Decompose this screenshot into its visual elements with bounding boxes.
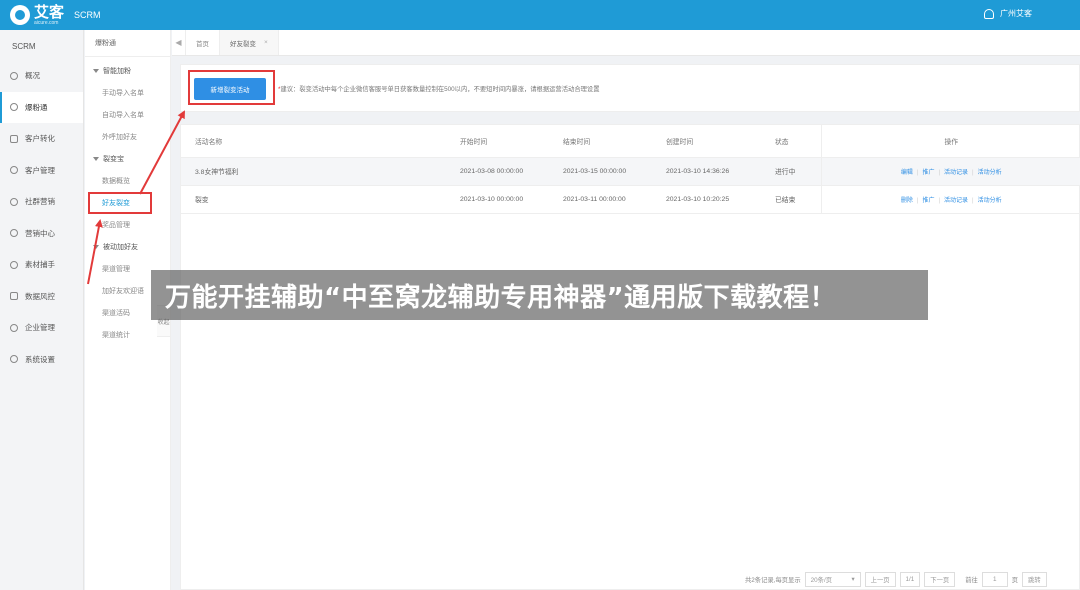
gear-icon bbox=[10, 355, 18, 364]
sidebar-item-overview[interactable]: 概况 bbox=[0, 60, 83, 92]
jump-button[interactable]: 跳转 bbox=[1022, 571, 1047, 587]
sub-item-manual-import[interactable]: 手动导入名单 bbox=[85, 83, 170, 105]
cell-actions: 编辑 | 推广 | 活动记录 | 活动分析 bbox=[821, 157, 1080, 186]
cell-created: 2021-03-10 10:20:25 bbox=[652, 185, 755, 214]
sub-sidebar-title: 爆粉通 bbox=[85, 30, 170, 57]
page-unit: 页 bbox=[1011, 576, 1019, 584]
cell-start: 2021-03-10 00:00:00 bbox=[446, 185, 549, 214]
sub-item-overview[interactable]: 数据概览 bbox=[85, 171, 170, 193]
table-row: 3.8女神节福利 2021-03-08 00:00:00 2021-03-15 … bbox=[181, 157, 1080, 186]
cell-status: 进行中 bbox=[755, 157, 822, 186]
chevron-down-icon: ▾ bbox=[851, 575, 855, 583]
sidebar-item-baofentong[interactable]: 爆粉通 bbox=[0, 91, 83, 123]
col-header-actions: 操作 bbox=[821, 125, 1080, 158]
close-icon[interactable]: × bbox=[264, 39, 268, 46]
activity-table-panel: 活动名称 开始时间 结束时间 创建时间 状态 操作 3.8女神节福利 2021-… bbox=[180, 124, 1080, 590]
cell-end: 2021-03-11 00:00:00 bbox=[549, 185, 652, 214]
delete-link[interactable]: 删除 bbox=[901, 198, 913, 204]
activity-table: 活动名称 开始时间 结束时间 创建时间 状态 操作 3.8女神节福利 2021-… bbox=[181, 125, 1080, 214]
col-header-status: 状态 bbox=[755, 125, 822, 158]
chevron-down-icon bbox=[93, 157, 99, 162]
cell-status: 已结束 bbox=[755, 185, 822, 214]
user-name: 广州艾客 bbox=[1000, 9, 1032, 18]
user-icon bbox=[10, 103, 18, 112]
goto-label: 前往 bbox=[965, 576, 978, 584]
logo-name: 艾客 bbox=[34, 2, 65, 21]
group-icon bbox=[10, 197, 18, 206]
activity-analysis-link[interactable]: 活动分析 bbox=[978, 198, 1002, 204]
sidebar-item-customers[interactable]: 客户管理 bbox=[0, 155, 83, 187]
promote-link[interactable]: 推广 bbox=[922, 170, 934, 176]
cell-name: 裂变 bbox=[181, 185, 446, 214]
shield-icon bbox=[10, 292, 18, 301]
add-fission-activity-button[interactable]: 新增裂变活动 bbox=[194, 78, 266, 100]
product-name: SCRM bbox=[74, 10, 101, 20]
sidebar-item-material[interactable]: 素材捕手 bbox=[0, 249, 83, 281]
logo[interactable]: 艾客 aicure.com bbox=[10, 2, 65, 26]
tab-friend-fission[interactable]: 好友裂变 × bbox=[220, 30, 279, 55]
sub-item-auto-import[interactable]: 自动导入名单 bbox=[85, 105, 170, 127]
logo-url: aicure.com bbox=[34, 19, 59, 26]
tab-home[interactable]: 首页 bbox=[186, 30, 220, 55]
activity-analysis-link[interactable]: 活动分析 bbox=[978, 170, 1002, 176]
material-icon bbox=[10, 260, 18, 269]
tabs-scroll-left-icon[interactable]: ◀ bbox=[172, 30, 186, 55]
promote-link[interactable]: 推广 bbox=[922, 198, 934, 204]
page-indicator: 1/1 bbox=[899, 571, 921, 587]
col-header-created: 创建时间 bbox=[652, 125, 755, 158]
table-header: 活动名称 开始时间 结束时间 创建时间 状态 操作 bbox=[181, 125, 1080, 158]
sub-item-prizes[interactable]: 奖品管理 bbox=[85, 215, 170, 237]
tabs-bar: ◀ 首页 好友裂变 × bbox=[172, 30, 1080, 56]
goto-page-input[interactable]: 1 bbox=[981, 571, 1008, 587]
sidebar-brand: SCRM bbox=[12, 42, 36, 51]
col-header-name: 活动名称 bbox=[181, 125, 446, 158]
top-bar: 艾客 aicure.com SCRM 广州艾客 bbox=[0, 0, 1080, 30]
overlay-banner: 万能开挂辅助“中至窝龙辅助专用神器”通用版下载教程！ bbox=[151, 270, 928, 320]
cell-end: 2021-03-15 00:00:00 bbox=[549, 157, 652, 186]
sub-item-outbound[interactable]: 外呼加好友 bbox=[85, 127, 170, 149]
pager-summary: 共2条记录,每页显示 bbox=[745, 576, 801, 584]
sidebar-item-community[interactable]: 社群营销 bbox=[0, 186, 83, 218]
company-icon bbox=[10, 323, 18, 332]
cell-start: 2021-03-08 00:00:00 bbox=[446, 157, 549, 186]
sidebar-item-marketing[interactable]: 营销中心 bbox=[0, 218, 83, 250]
marketing-icon bbox=[10, 229, 18, 238]
home-icon bbox=[10, 71, 18, 80]
tip-text: *建议：裂变活动中每个企业微信客服号单日获客数量控制在500以内，不要短时间内暴… bbox=[278, 86, 600, 93]
cell-name: 3.8女神节福利 bbox=[181, 157, 446, 186]
chevron-down-icon bbox=[93, 245, 99, 250]
col-header-start: 开始时间 bbox=[446, 125, 549, 158]
user-icon bbox=[984, 8, 994, 19]
sub-group-smart[interactable]: 智能加粉 bbox=[85, 61, 170, 83]
next-page-button[interactable]: 下一页 bbox=[924, 571, 956, 587]
sub-group-fission[interactable]: 裂变宝 bbox=[85, 149, 170, 171]
convert-icon bbox=[10, 134, 18, 143]
table-row: 裂变 2021-03-10 00:00:00 2021-03-11 00:00:… bbox=[181, 185, 1080, 214]
col-header-end: 结束时间 bbox=[549, 125, 652, 158]
chevron-down-icon bbox=[93, 69, 99, 74]
action-panel: 新增裂变活动 *建议：裂变活动中每个企业微信客服号单日获客数量控制在500以内，… bbox=[180, 64, 1080, 112]
edit-link[interactable]: 编辑 bbox=[901, 170, 913, 176]
page-size-select[interactable]: 20条/页 ▾ bbox=[804, 571, 861, 587]
customers-icon bbox=[10, 166, 18, 175]
sidebar-item-risk[interactable]: 数据风控 bbox=[0, 281, 83, 313]
main-sidebar: SCRM 概况 爆粉通 客户转化 客户管理 社群营销 营销中心 素材捕手 数据风… bbox=[0, 30, 84, 590]
activity-records-link[interactable]: 活动记录 bbox=[944, 198, 968, 204]
sub-item-friend-fission[interactable]: 好友裂变 bbox=[85, 193, 170, 215]
activity-records-link[interactable]: 活动记录 bbox=[944, 170, 968, 176]
sub-group-passive[interactable]: 被动加好友 bbox=[85, 237, 170, 259]
sidebar-item-settings[interactable]: 系统设置 bbox=[0, 344, 83, 376]
prev-page-button[interactable]: 上一页 bbox=[864, 571, 896, 587]
cell-created: 2021-03-10 14:36:26 bbox=[652, 157, 755, 186]
cell-actions: 删除 | 推广 | 活动记录 | 活动分析 bbox=[821, 185, 1080, 214]
sidebar-item-conversion[interactable]: 客户转化 bbox=[0, 123, 83, 155]
sidebar-item-company[interactable]: 企业管理 bbox=[0, 312, 83, 344]
logo-icon bbox=[10, 5, 30, 25]
pagination: 共2条记录,每页显示 20条/页 ▾ 上一页 1/1 下一页 前往 1 页 跳转 bbox=[745, 571, 1047, 587]
user-menu[interactable]: 广州艾客 bbox=[984, 8, 1032, 19]
